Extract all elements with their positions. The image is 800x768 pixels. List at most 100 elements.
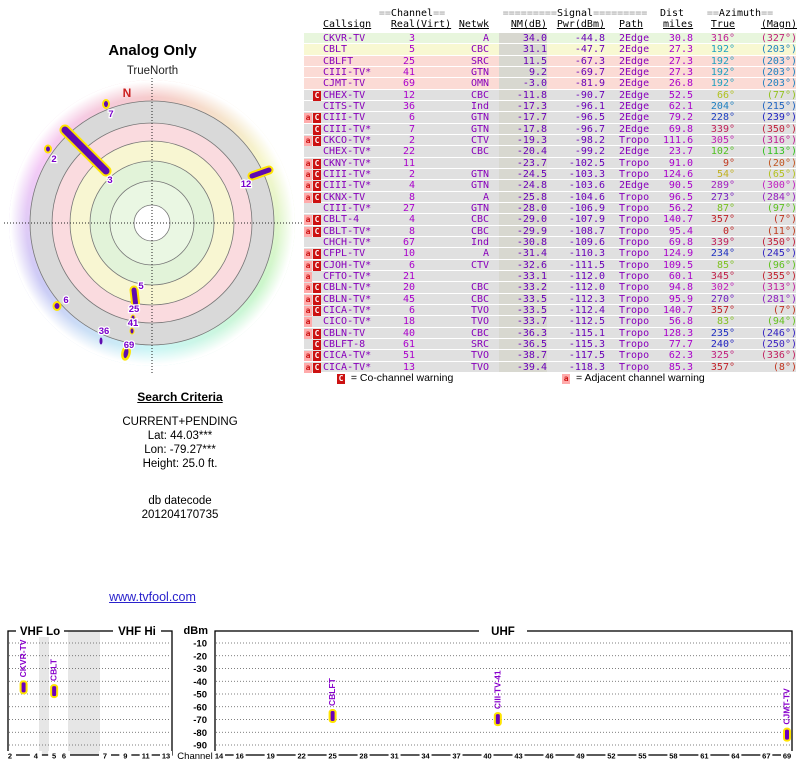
adjacent-warning-slot: a [304,305,313,316]
cell-path: 2Edge [619,66,650,78]
adjacent-warning-slot [304,56,313,66]
cell-nm-db: -39.4 [499,361,547,373]
cell-miles: 77.7 [668,338,693,350]
radar-plot: N 7 2 3 12 6 5 25 41 36 69 [0,0,310,400]
table-row: CIII-TV* 27 GTN -28.0 -106.9 Tropo 56.2 87° (97°… [304,201,797,214]
adjacent-warning-slot: a [304,112,313,124]
table-column-headers: Callsign Real (Virt) Netwk NM(dB) Pwr(dB… [304,19,797,32]
tvfool-link[interactable]: www.tvfool.com [109,590,196,604]
cell-true-azimuth: 66° [716,89,735,101]
cell-pwr-dbm: -69.7 [574,66,605,78]
co-channel-warning-slot: C [313,339,322,350]
table-row: CKVR-TV 3 A 34.0 -44.8 2Edge 30.8 316° (327°) [304,32,797,44]
co-channel-warning-slot: C [313,192,322,203]
adjacent-warning-slot: a [304,294,313,305]
co-channel-warning-slot: C [313,328,322,339]
co-channel-warning-slot [313,67,322,77]
co-channel-warning-slot [313,78,322,88]
table-row: CITS-TV 36 Ind -17.3 -96.1 2Edge 62.1 204° (215°… [304,99,797,112]
radar-marker-label: 12 [241,179,252,190]
cell-nm-db: -20.4 [499,146,547,157]
cell-callsign: CBLFT-8 [323,338,366,350]
cell-network: GTN [470,123,489,135]
x-tick: 61 [700,752,708,761]
adjacent-warning-slot [304,101,313,111]
adjacent-warning-icon: a [304,113,312,124]
adjacent-warning-slot [304,90,313,100]
cell-network: TVO [470,361,489,373]
cell-magn-azimuth: (327°) [760,33,797,44]
cell-virt-channel [415,237,451,247]
signal-group-header: =========Signal========= [502,8,648,19]
x-tick: 49 [576,752,584,761]
cell-callsign: CBLN-TV [323,327,366,339]
cell-miles: 90.5 [668,180,693,192]
cell-real-channel: 7 [408,123,415,135]
co-channel-warning-slot: C [313,226,322,237]
band-chart-gray-band [39,631,49,755]
cell-network: CTV [470,259,489,271]
cell-magn-azimuth: (203°) [760,78,797,90]
cell-miles: 124.9 [663,248,694,260]
co-channel-warning-slot [313,33,322,43]
adjacent-warning-slot [304,78,313,88]
cell-true-azimuth: 0° [722,225,735,237]
co-channel-legend: C = Co-channel warning [337,372,453,384]
cell-callsign: CIII-TV* [323,168,372,180]
signal-bar-CBLFT: CBLFT [327,677,337,724]
cell-callsign: CITS-TV [323,100,366,112]
x-tick: 28 [359,752,367,761]
cell-nm-db: 34.0 [499,33,547,44]
search-height: Height: 25.0 ft. [142,458,218,470]
cell-magn-azimuth: (215°) [760,100,797,112]
cell-nm-db: -38.7 [499,350,547,361]
adjacent-warning-slot [304,44,313,54]
cell-pwr-dbm: -106.9 [568,202,605,214]
cell-true-azimuth: 234° [710,248,735,260]
x-tick: 43 [514,752,522,761]
cell-true-azimuth: 85° [716,259,735,271]
cell-true-azimuth: 54° [716,168,735,180]
cell-path: Tropo [619,259,650,271]
cell-true-azimuth: 339° [710,123,735,135]
cell-real-channel: 51 [402,350,415,362]
cell-true-azimuth: 235° [710,327,735,339]
cell-network: A [482,248,489,260]
co-channel-warning-slot: C [313,169,322,180]
radar-subtitle: TrueNorth [126,65,179,77]
y-tick: -90 [193,741,207,752]
cell-callsign: CKNX-TV [323,191,366,203]
cell-real-channel: 36 [402,100,415,112]
cell-true-azimuth: 289° [710,180,735,192]
cell-true-azimuth: 357° [710,214,735,226]
cell-callsign: CICA-TV* [323,361,372,373]
co-channel-warning-slot: C [313,158,322,169]
x-tick: 55 [638,752,646,761]
co-channel-warning-slot [313,316,322,326]
cell-miles: 95.4 [668,225,693,237]
cell-true-azimuth: 240° [710,338,735,350]
adjacent-warning-slot: a [304,260,313,271]
cell-miles: 124.6 [663,168,694,180]
cell-miles: 140.7 [663,304,694,316]
cell-magn-azimuth: (284°) [760,191,797,203]
cell-magn-azimuth: (336°) [760,350,797,362]
col-callsign: Callsign [323,19,372,30]
x-tick: 9 [123,752,127,761]
x-tick: 25 [328,752,336,761]
cell-pwr-dbm: -102.5 [568,157,605,169]
y-tick: -40 [193,677,207,688]
radar-marker-label: 5 [138,281,144,292]
cell-virt-channel [415,214,451,224]
adjacent-warning-slot: a [304,214,313,226]
table-row: a C CICA-TV* 51 TVO -38.7 -117.5 Tropo 62.3 325° (… [304,349,797,362]
co-channel-warning-slot: C [313,294,322,305]
x-tick: 13 [162,752,170,761]
cell-miles: 27.3 [668,55,693,67]
co-channel-warning-slot: C [313,305,322,316]
cell-path: Tropo [619,316,650,328]
cell-nm-db: -33.7 [499,316,547,327]
cell-pwr-dbm: -98.2 [574,134,605,146]
cell-pwr-dbm: -110.3 [568,248,605,260]
y-tick: -60 [193,702,207,713]
